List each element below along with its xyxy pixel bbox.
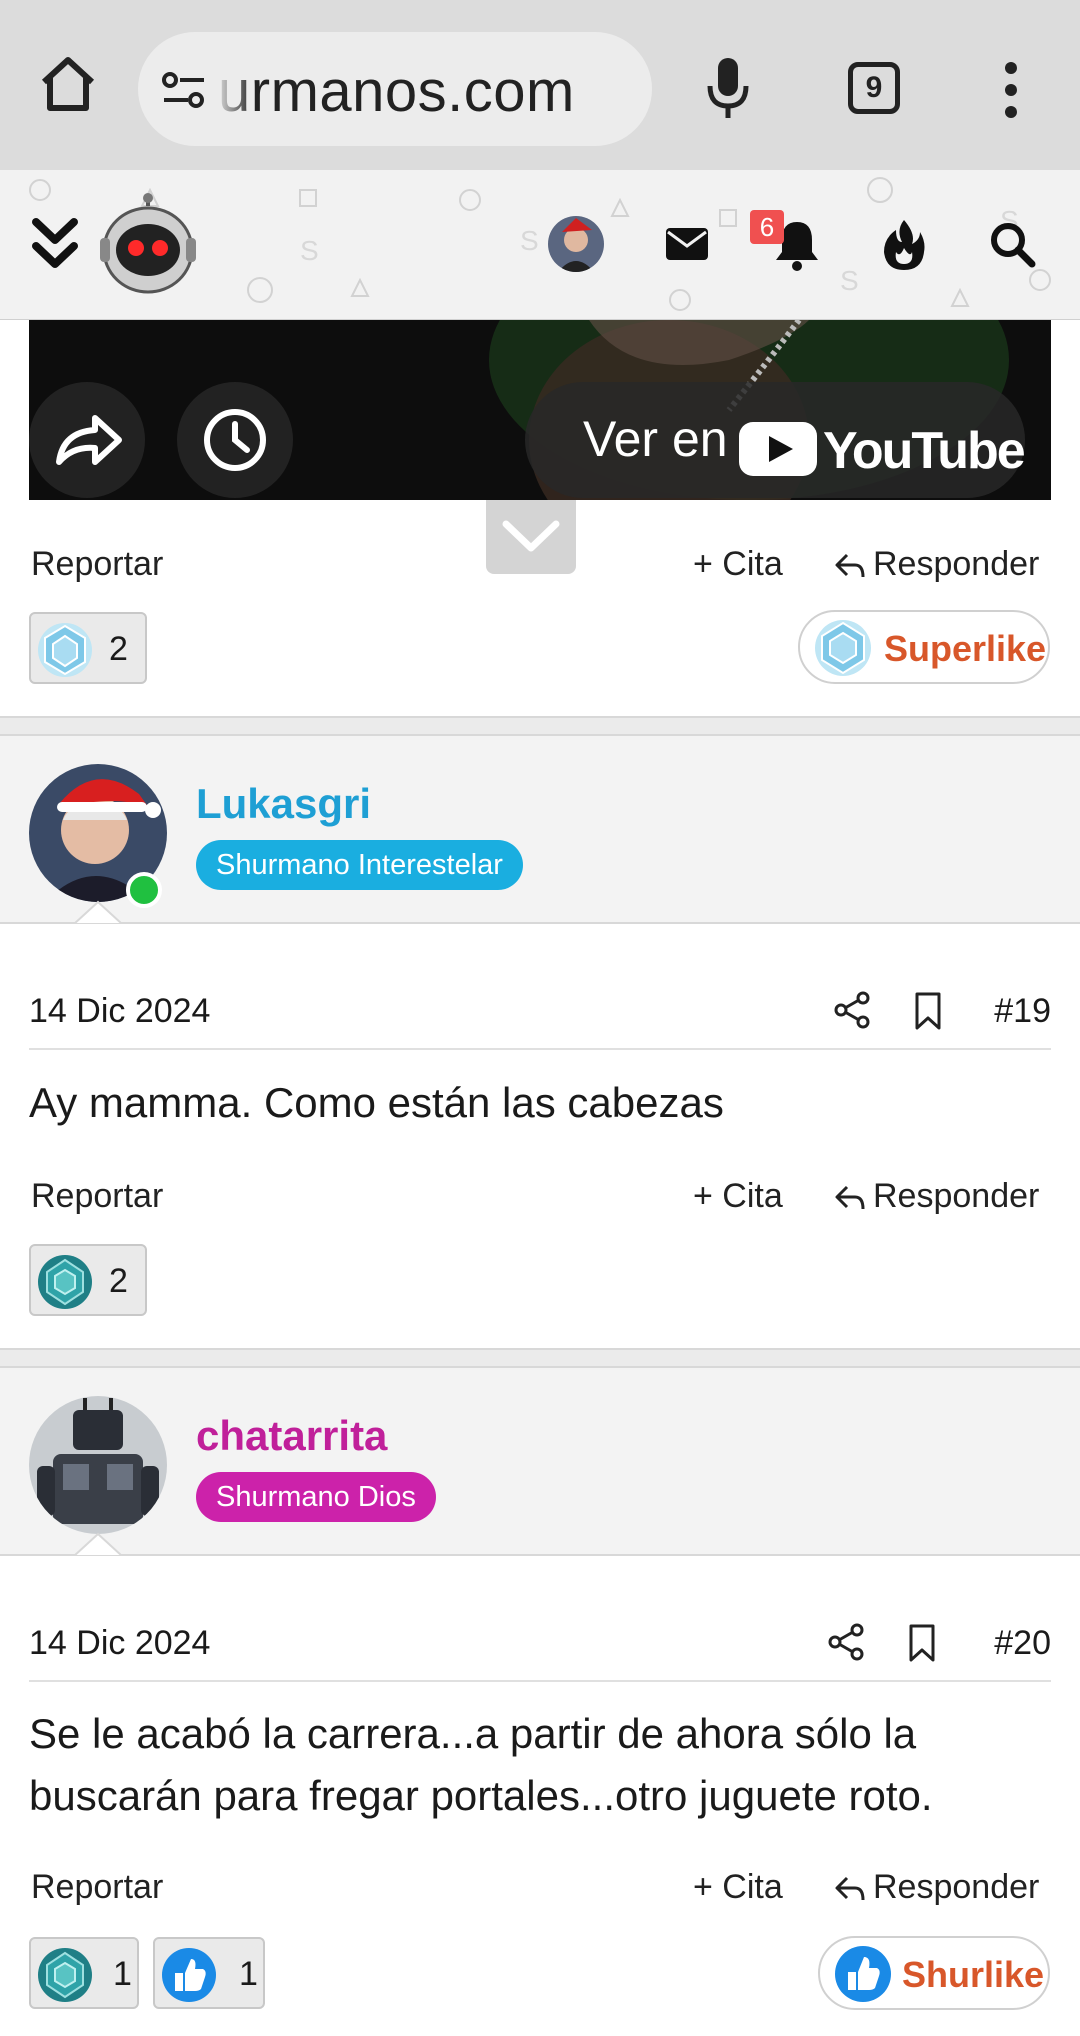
reaction-count: 2	[109, 630, 128, 668]
reaction-count: 1	[113, 1955, 132, 1993]
quote-link[interactable]: + Cita	[693, 1868, 783, 1907]
post-meta: 14 Dic 2024 #20	[29, 1596, 1051, 1682]
username[interactable]: Lukasgri	[196, 780, 371, 828]
notifications-badge: 6	[750, 210, 784, 244]
double-chevron-down-icon[interactable]	[30, 216, 80, 272]
watch-on-label: Ver en	[583, 411, 728, 467]
site-settings-icon[interactable]	[160, 66, 208, 114]
post-separator	[0, 1348, 1080, 1368]
search-icon[interactable]	[988, 220, 1036, 268]
microphone-icon[interactable]	[704, 56, 752, 120]
superlike-button[interactable]: Superlike	[798, 610, 1050, 684]
quote-link[interactable]: + Cita	[693, 545, 783, 584]
reaction-pill[interactable]: 2	[29, 1244, 147, 1316]
user-avatar[interactable]	[29, 1396, 167, 1534]
reply-link[interactable]: Responder	[833, 1177, 1039, 1216]
bookmark-icon[interactable]	[907, 1624, 937, 1662]
reaction-count: 2	[109, 1262, 128, 1300]
user-role-badge: Shurmano Dios	[196, 1472, 436, 1522]
site-logo[interactable]	[98, 192, 198, 296]
reaction-pill[interactable]: 1	[29, 1937, 139, 2009]
url-text: urmanos.com	[218, 59, 575, 124]
youtube-embed[interactable]: Ver en YouTube	[29, 320, 1051, 500]
site-header: SS SS 6	[0, 170, 1080, 320]
shurlike-button[interactable]: Shurlike	[818, 1936, 1050, 2010]
svg-text:S: S	[300, 235, 319, 266]
svg-text:S: S	[840, 265, 859, 296]
share-arrow-icon	[56, 415, 122, 465]
post-user-header: Lukasgri Shurmano Interestelar	[0, 736, 1080, 924]
post-separator	[0, 716, 1080, 736]
thumbs-up-icon	[835, 1946, 891, 2002]
reply-icon	[835, 553, 865, 578]
fire-icon[interactable]	[882, 218, 926, 272]
post-user-header: chatarrita Shurmano Dios	[0, 1368, 1080, 1556]
reply-icon	[835, 1876, 865, 1901]
report-link[interactable]: Reportar	[31, 545, 163, 584]
svg-text:YouTube: YouTube	[823, 422, 1025, 480]
post-date: 14 Dic 2024	[29, 992, 211, 1030]
svg-text:S: S	[520, 225, 539, 256]
post-body: Ay mamma. Como están las cabezas	[29, 1079, 724, 1126]
reply-link[interactable]: Responder	[833, 1868, 1039, 1907]
post-body: Se le acabó la carrera...a partir de aho…	[29, 1710, 933, 1819]
username[interactable]: chatarrita	[196, 1412, 387, 1460]
user-role-badge: Shurmano Interestelar	[196, 840, 523, 890]
reaction-count: 1	[239, 1955, 258, 1993]
teal-gem-reaction-icon	[38, 1255, 92, 1309]
reply-link[interactable]: Responder	[833, 545, 1039, 584]
post-number[interactable]: #19	[994, 992, 1051, 1031]
home-icon[interactable]	[36, 52, 100, 116]
address-bar[interactable]: urmanos.com	[138, 32, 652, 146]
tab-switcher-button[interactable]: 9	[848, 62, 900, 114]
reaction-pill[interactable]: 1	[153, 1937, 265, 2009]
more-menu-icon[interactable]	[1000, 60, 1022, 120]
reply-icon	[835, 1185, 865, 1210]
quote-link[interactable]: + Cita	[693, 1177, 783, 1216]
post-actions: Reportar + Cita Responder	[29, 1868, 1051, 1918]
thumbs-up-reaction-icon	[162, 1948, 216, 2002]
post-date: 14 Dic 2024	[29, 1624, 211, 1662]
browser-toolbar: urmanos.com 9	[0, 0, 1080, 170]
share-icon[interactable]	[833, 990, 871, 1030]
teal-gem-reaction-icon	[38, 1948, 92, 2002]
online-indicator	[126, 872, 162, 908]
post-actions: Reportar + Cita Responder	[29, 1177, 1051, 1227]
mail-icon[interactable]	[664, 224, 710, 264]
user-avatar[interactable]	[548, 216, 604, 272]
post-actions: Reportar + Cita Responder	[29, 545, 1051, 595]
clock-icon	[204, 409, 266, 471]
superlike-label: Superlike	[884, 628, 1047, 669]
share-button[interactable]	[29, 382, 145, 498]
share-icon[interactable]	[827, 1622, 865, 1662]
bookmark-icon[interactable]	[913, 992, 943, 1030]
youtube-logo: YouTube	[739, 422, 1027, 480]
report-link[interactable]: Reportar	[31, 1868, 163, 1907]
shurlike-label: Shurlike	[902, 1954, 1045, 1995]
watch-later-button[interactable]	[177, 382, 293, 498]
post-meta: 14 Dic 2024 #19	[29, 964, 1051, 1050]
diamond-icon	[815, 620, 871, 676]
reaction-pill[interactable]: 2	[29, 612, 147, 684]
diamond-reaction-icon	[38, 623, 92, 677]
report-link[interactable]: Reportar	[31, 1177, 163, 1216]
post-number[interactable]: #20	[994, 1624, 1051, 1663]
